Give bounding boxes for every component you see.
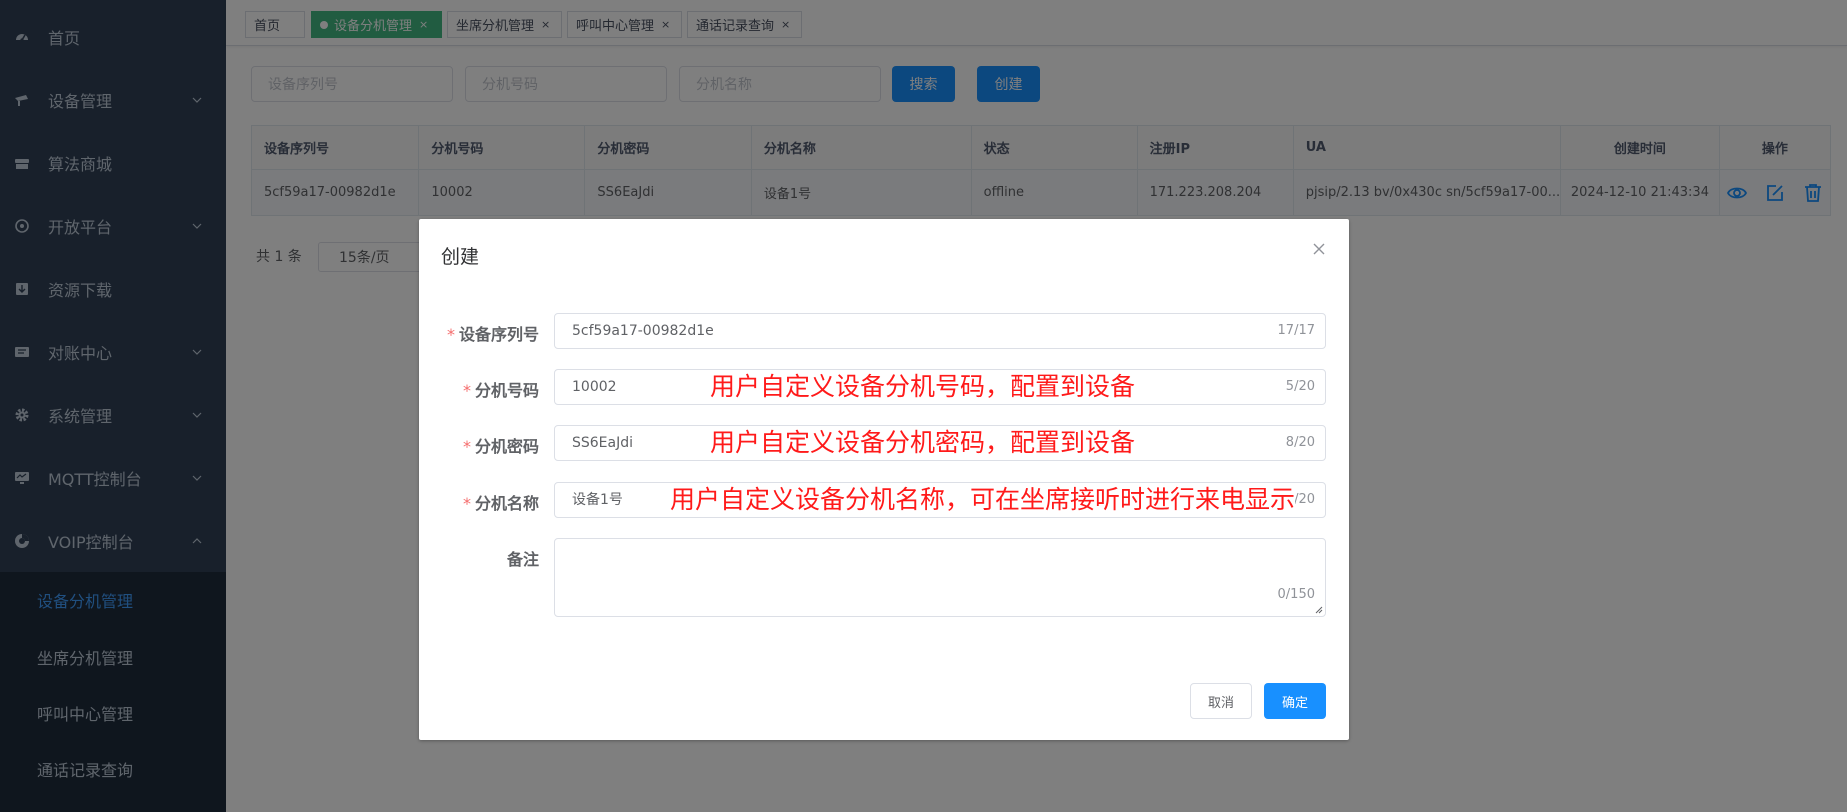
confirm-button[interactable]: 确定 <box>1264 683 1326 719</box>
ext-name-annotation: 用户自定义设备分机名称，可在坐席接听时进行来电显示 <box>670 485 1296 515</box>
cancel-button[interactable]: 取消 <box>1190 683 1252 719</box>
dialog-title: 创建 <box>441 246 480 268</box>
ext-number-label: * 分机号码 <box>419 377 539 401</box>
ext-number-annotation: 用户自定义设备分机号码，配置到设备 <box>710 372 1136 402</box>
field-value: SS6EaJdi <box>572 435 634 451</box>
char-count: 0/150 <box>1277 587 1315 602</box>
required-asterisk: * <box>462 381 471 400</box>
ext-password-label: * 分机密码 <box>419 433 539 457</box>
resize-handle-icon[interactable] <box>1315 606 1323 614</box>
remark-label: 备注 <box>506 550 539 569</box>
label-text: 分机名称 <box>474 494 539 513</box>
label-text: 设备序列号 <box>458 325 539 344</box>
char-count: 8/20 <box>1285 435 1315 450</box>
ext-name-label: * 分机名称 <box>419 490 539 514</box>
label-text: 分机密码 <box>474 437 539 456</box>
create-dialog: 创建 * 设备序列号 5cf59a17-00982d1e 17/17 * 分机号码 … <box>419 219 1349 740</box>
ext-password-annotation: 用户自定义设备分机密码，配置到设备 <box>710 428 1136 458</box>
close-icon[interactable] <box>1311 241 1327 257</box>
required-asterisk: * <box>462 437 471 456</box>
required-asterisk: * <box>446 325 455 344</box>
required-asterisk: * <box>462 494 471 513</box>
label-text: 分机号码 <box>474 381 539 400</box>
field-value: 5cf59a17-00982d1e <box>572 323 714 339</box>
char-count: 17/17 <box>1277 323 1315 338</box>
field-value: 设备1号 <box>572 492 623 508</box>
char-count: 5/20 <box>1285 379 1315 394</box>
serial-label: * 设备序列号 <box>419 321 539 345</box>
serial-field[interactable]: 5cf59a17-00982d1e 17/17 <box>554 313 1326 349</box>
field-value: 10002 <box>572 379 617 395</box>
remark-textarea[interactable]: 0/150 <box>554 538 1326 617</box>
